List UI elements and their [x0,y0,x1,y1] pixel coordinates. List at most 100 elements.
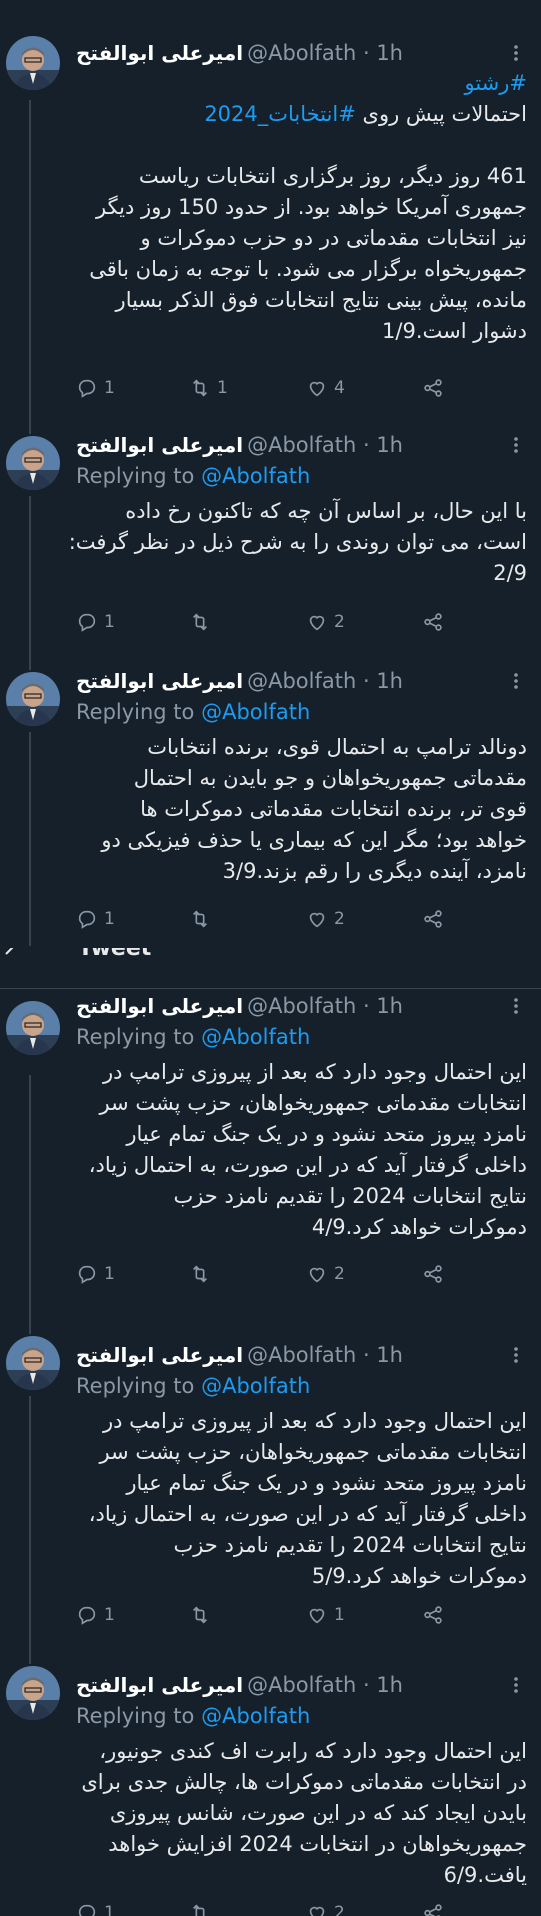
replying-to-handle[interactable]: @Abolfath [201,464,310,488]
handle-timestamp[interactable]: @Abolfath · 1h [247,41,403,65]
retweet-button[interactable] [189,1902,217,1916]
share-icon [424,613,442,631]
display-name[interactable]: امیرعلی ابوالفتح [76,669,243,693]
tweet-header: امیرعلی ابوالفتح @Abolfath · 1h [76,38,527,68]
replying-to: Replying to @Abolfath [76,1025,310,1053]
like-button[interactable]: 1 [306,1604,345,1626]
display-name[interactable]: امیرعلی ابوالفتح [76,41,243,65]
reply-button[interactable]: 1 [76,611,115,633]
like-button[interactable]: 2 [306,908,345,930]
retweet-icon [192,1606,208,1624]
hashtag-link[interactable]: #انتخابات_2024 [204,102,356,126]
retweet-button[interactable]: 1 [189,377,228,399]
tweet-text-line: خواهد بود؛ مگر این که بیماری یا حذف فیزی… [101,828,527,852]
thread-connector [29,100,31,410]
more-options-icon[interactable] [505,434,527,456]
like-button[interactable]: 2 [306,611,345,633]
reply-count: 1 [104,1903,115,1916]
handle-timestamp[interactable]: @Abolfath · 1h [247,669,403,693]
thread-connector [29,410,31,434]
like-button[interactable]: 2 [306,1263,345,1285]
reply-icon [78,1265,96,1284]
reply-button[interactable]: 1 [76,908,115,930]
display-name[interactable]: امیرعلی ابوالفتح [76,433,243,457]
tweet-text: این احتمال وجود دارد که بعد از پیروزی تر… [76,1406,527,1592]
handle-timestamp[interactable]: @Abolfath · 1h [247,433,403,457]
avatar[interactable] [6,1336,60,1390]
tweet-header: امیرعلی ابوالفتح @Abolfath · 1h [76,991,527,1021]
reply-button[interactable]: 1 [76,1604,115,1626]
tweet-actions: 1 2 [76,1898,456,1916]
reply-icon [78,379,96,398]
avatar[interactable] [6,36,60,90]
tweet-2[interactable]: امیرعلی ابوالفتح @Abolfath · 1h Replying… [0,410,541,646]
replying-to-handle[interactable]: @Abolfath [201,1025,310,1049]
thread-connector [29,1648,31,1664]
like-count: 1 [334,1605,345,1625]
display-name[interactable]: امیرعلی ابوالفتح [76,994,243,1018]
retweet-button[interactable] [189,611,217,633]
handle-timestamp[interactable]: @Abolfath · 1h [247,1343,403,1367]
more-options-icon[interactable] [505,995,527,1017]
share-button[interactable] [422,611,444,633]
replying-to-handle[interactable]: @Abolfath [201,1704,310,1728]
replying-to-handle[interactable]: @Abolfath [201,1374,310,1398]
reply-button[interactable]: 1 [76,1263,115,1285]
tweet-text-line: دموکرات خواهد کرد.4/9 [311,1215,527,1239]
tweet-1[interactable]: امیرعلی ابوالفتح @Abolfath · 1h #رشتو اح… [0,0,541,410]
more-options-icon[interactable] [505,1674,527,1696]
heart-icon [309,381,325,397]
tweet-5[interactable]: امیرعلی ابوالفتح @Abolfath · 1h Replying… [0,1318,541,1648]
avatar[interactable] [6,436,60,490]
tweet-text-line: این احتمال وجود دارد که رابرت اف کندی جو… [99,1739,527,1763]
share-icon [424,910,442,928]
replying-to-label: Replying to [76,464,202,488]
share-icon [424,1265,442,1283]
retweet-button[interactable] [189,1263,217,1285]
replying-to-label: Replying to [76,1704,202,1728]
reply-icon [78,1904,96,1916]
reply-button[interactable]: 1 [76,1902,115,1916]
like-count: 2 [334,612,345,632]
tweet-text-line: این احتمال وجود دارد که بعد از پیروزی تر… [102,1060,527,1084]
retweet-button[interactable] [189,908,217,930]
avatar[interactable] [6,672,60,726]
avatar[interactable] [6,1666,60,1720]
heart-icon [309,1608,325,1624]
share-button[interactable] [422,377,444,399]
like-button[interactable]: 2 [306,1902,345,1916]
like-button[interactable]: 4 [306,377,345,399]
tweet-text-line: جمهوریخواه برگزار می شود. با توجه به زما… [89,257,527,281]
share-button[interactable] [422,1604,444,1626]
share-button[interactable] [422,1263,444,1285]
tweet-text-line: انتخابات مقدماتی جمهوریخواهان، حزب پشت س… [99,1091,527,1115]
reply-button[interactable]: 1 [76,377,115,399]
more-options-icon[interactable] [505,670,527,692]
tweet-4[interactable]: امیرعلی ابوالفتح @Abolfath · 1h Replying… [0,988,541,1319]
tweet-text-line: جمهوریخواهان در انتخابات 2024 افزایش خوا… [108,1832,527,1856]
retweet-button[interactable] [189,1604,217,1626]
more-options-icon[interactable] [505,1344,527,1366]
replying-to-handle[interactable]: @Abolfath [201,700,310,724]
tweet-text-line: دشوار است.1/9 [382,319,527,343]
avatar[interactable] [6,1001,60,1055]
more-options-icon[interactable] [505,42,527,64]
tweet-text-line: یافت.6/9 [443,1863,527,1887]
handle-timestamp[interactable]: @Abolfath · 1h [247,1673,403,1697]
display-name[interactable]: امیرعلی ابوالفتح [76,1343,243,1367]
display-name[interactable]: امیرعلی ابوالفتح [76,1673,243,1697]
reply-count: 1 [104,1605,115,1625]
replying-to: Replying to @Abolfath [76,700,310,728]
reply-count: 1 [104,1264,115,1284]
stitch-header-text: Tweet [78,948,152,961]
tweet-3[interactable]: امیرعلی ابوالفتح @Abolfath · 1h Replying… [0,646,541,946]
tweet-text-line: احتمالات پیش روی [355,102,527,126]
hashtag-link[interactable]: #رشتو [76,68,527,99]
replying-to: Replying to @Abolfath [76,1374,310,1402]
share-button[interactable] [422,908,444,930]
handle-timestamp[interactable]: @Abolfath · 1h [247,994,403,1018]
reply-count: 1 [104,378,115,398]
thread-connector [29,496,31,646]
tweet-6[interactable]: امیرعلی ابوالفتح @Abolfath · 1h Replying… [0,1648,541,1916]
share-button[interactable] [422,1902,444,1916]
